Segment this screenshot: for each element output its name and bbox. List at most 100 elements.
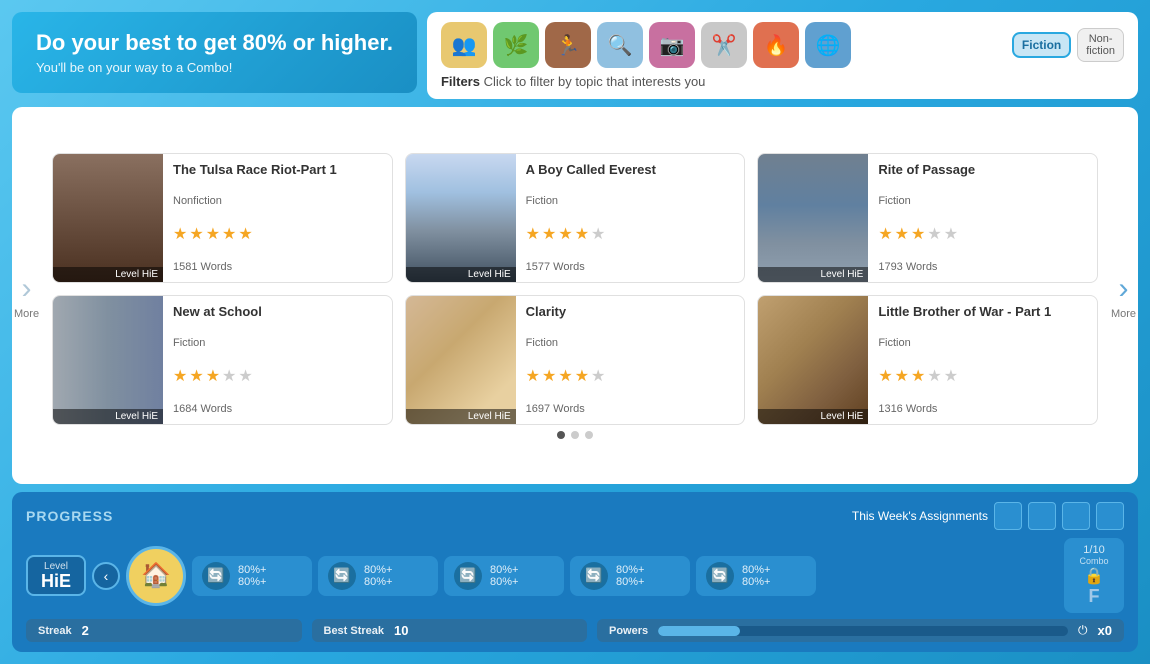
prev-avatar-button[interactable]: ‹ <box>92 562 120 590</box>
pct-label: 80%+ <box>490 564 518 576</box>
progress-item-2[interactable]: 🔄 80%+ 80%+ <box>318 556 438 596</box>
people-icon[interactable]: 👥 <box>441 22 487 68</box>
assignment-box-2[interactable] <box>1028 502 1056 530</box>
card-stars: ★★★★★ <box>173 224 382 244</box>
card-image: Level HiE <box>53 296 163 424</box>
assignment-box-3[interactable] <box>1062 502 1090 530</box>
promo-subtext: You'll be on your way to a Combo! <box>36 60 393 75</box>
pct-label2: 80%+ <box>238 576 266 588</box>
prev-arrow-button[interactable]: › More <box>14 272 39 320</box>
streak-bar: Streak 2 <box>26 619 302 642</box>
card-image: Level HiE <box>406 154 516 282</box>
level-badge: Level HiE <box>26 555 86 596</box>
star-half: ★ <box>911 224 925 244</box>
progress-icon: 🔄 <box>454 562 482 590</box>
card-item[interactable]: Level HiE Little Brother of War - Part 1… <box>757 295 1098 425</box>
progress-section: PROGRESS This Week's Assignments Level H… <box>12 492 1138 652</box>
pct-label: 80%+ <box>616 564 644 576</box>
level-badge-card: Level HiE <box>758 267 868 282</box>
card-item[interactable]: Level HiE A Boy Called Everest Fiction ★… <box>405 153 746 283</box>
best-streak-bar: Best Streak 10 <box>312 619 588 642</box>
tools-icon[interactable]: ✂️ <box>701 22 747 68</box>
card-info: A Boy Called Everest Fiction ★★★★★ 1577 … <box>516 154 745 282</box>
star-full: ★ <box>526 366 540 386</box>
card-item[interactable]: Level HiE The Tulsa Race Riot-Part 1 Non… <box>52 153 393 283</box>
card-genre: Fiction <box>526 337 735 349</box>
promo-headline: Do your best to get 80% or higher. <box>36 30 393 56</box>
card-title: The Tulsa Race Riot-Part 1 <box>173 162 382 179</box>
progress-item-5[interactable]: 🔄 80%+ 80%+ <box>696 556 816 596</box>
left-chevron-icon: › <box>22 272 32 306</box>
week-assignments: This Week's Assignments <box>852 502 1124 530</box>
progress-title: PROGRESS <box>26 508 113 524</box>
star-full: ★ <box>895 224 909 244</box>
nonfiction-filter-button[interactable]: Non- fiction <box>1077 28 1124 62</box>
card-stars: ★★★★★ <box>878 224 1087 244</box>
filter-description: Filters Click to filter by topic that in… <box>441 74 1124 89</box>
fire-icon[interactable]: 🔥 <box>753 22 799 68</box>
star-full: ★ <box>878 224 892 244</box>
streak-value: 2 <box>82 623 89 638</box>
progress-header: PROGRESS This Week's Assignments <box>26 502 1124 530</box>
level-badge-card: Level HiE <box>406 409 516 424</box>
powers-bar-fill <box>658 626 740 636</box>
progress-item-3[interactable]: 🔄 80%+ 80%+ <box>444 556 564 596</box>
card-genre: Fiction <box>878 337 1087 349</box>
streak-label: Streak <box>38 625 72 637</box>
next-arrow-button[interactable]: › More <box>1111 272 1136 320</box>
card-title: A Boy Called Everest <box>526 162 735 179</box>
star-half: ★ <box>575 224 589 244</box>
combo-label: Combo <box>1079 556 1108 566</box>
star-empty: ★ <box>944 224 958 244</box>
assignment-box-4[interactable] <box>1096 502 1124 530</box>
card-image: Level HiE <box>758 296 868 424</box>
card-image: Level HiE <box>406 296 516 424</box>
pct-label2: 80%+ <box>742 576 770 588</box>
search-icon[interactable]: 🔍 <box>597 22 643 68</box>
card-stars: ★★★★★ <box>878 366 1087 386</box>
person-icon[interactable]: 🏃 <box>545 22 591 68</box>
dot-1[interactable] <box>557 431 565 439</box>
star-empty: ★ <box>591 366 605 386</box>
right-chevron-icon: › <box>1118 272 1128 306</box>
progress-item-1[interactable]: 🔄 80%+ 80%+ <box>192 556 312 596</box>
star-full: ★ <box>173 224 187 244</box>
card-item[interactable]: Level HiE New at School Fiction ★★★★★ 16… <box>52 295 393 425</box>
fiction-filter-button[interactable]: Fiction <box>1012 32 1071 58</box>
star-empty: ★ <box>222 366 236 386</box>
card-words: 1684 Words <box>173 403 382 415</box>
card-info: New at School Fiction ★★★★★ 1684 Words <box>163 296 392 424</box>
star-full: ★ <box>558 224 572 244</box>
combo-box: 1/10 Combo 🔒 F <box>1064 538 1124 613</box>
card-item[interactable]: Level HiE Rite of Passage Fiction ★★★★★ … <box>757 153 1098 283</box>
card-image: Level HiE <box>53 154 163 282</box>
dot-2[interactable] <box>571 431 579 439</box>
star-full: ★ <box>222 224 236 244</box>
level-badge-card: Level HiE <box>53 409 163 424</box>
pct-label2: 80%+ <box>616 576 644 588</box>
progress-items-row: Level HiE ‹ 🏠 🔄 80%+ 80%+ 🔄 80%+ 80%+ 🔄 … <box>26 538 1124 613</box>
card-info: Rite of Passage Fiction ★★★★★ 1793 Words <box>868 154 1097 282</box>
card-title: Little Brother of War - Part 1 <box>878 304 1087 321</box>
bottom-stats: Streak 2 Best Streak 10 Powers ⏻ x0 <box>26 619 1124 642</box>
camera-icon[interactable]: 📷 <box>649 22 695 68</box>
star-full: ★ <box>878 366 892 386</box>
dot-3[interactable] <box>585 431 593 439</box>
progress-item-4[interactable]: 🔄 80%+ 80%+ <box>570 556 690 596</box>
pct-label2: 80%+ <box>490 576 518 588</box>
level-value: HiE <box>36 572 76 590</box>
powers-bar-outer <box>658 626 1068 636</box>
pagination-dots <box>52 431 1098 439</box>
world-icon[interactable]: 🌐 <box>805 22 851 68</box>
globe-icon[interactable]: 🌿 <box>493 22 539 68</box>
promo-box: Do your best to get 80% or higher. You'l… <box>12 12 417 93</box>
star-empty: ★ <box>591 224 605 244</box>
card-item[interactable]: Level HiE Clarity Fiction ★★★★★ 1697 Wor… <box>405 295 746 425</box>
assignment-box-1[interactable] <box>994 502 1022 530</box>
star-full: ★ <box>895 366 909 386</box>
card-title: Clarity <box>526 304 735 321</box>
card-genre: Fiction <box>173 337 382 349</box>
star-half: ★ <box>238 224 252 244</box>
progress-icon: 🔄 <box>328 562 356 590</box>
star-half: ★ <box>575 366 589 386</box>
